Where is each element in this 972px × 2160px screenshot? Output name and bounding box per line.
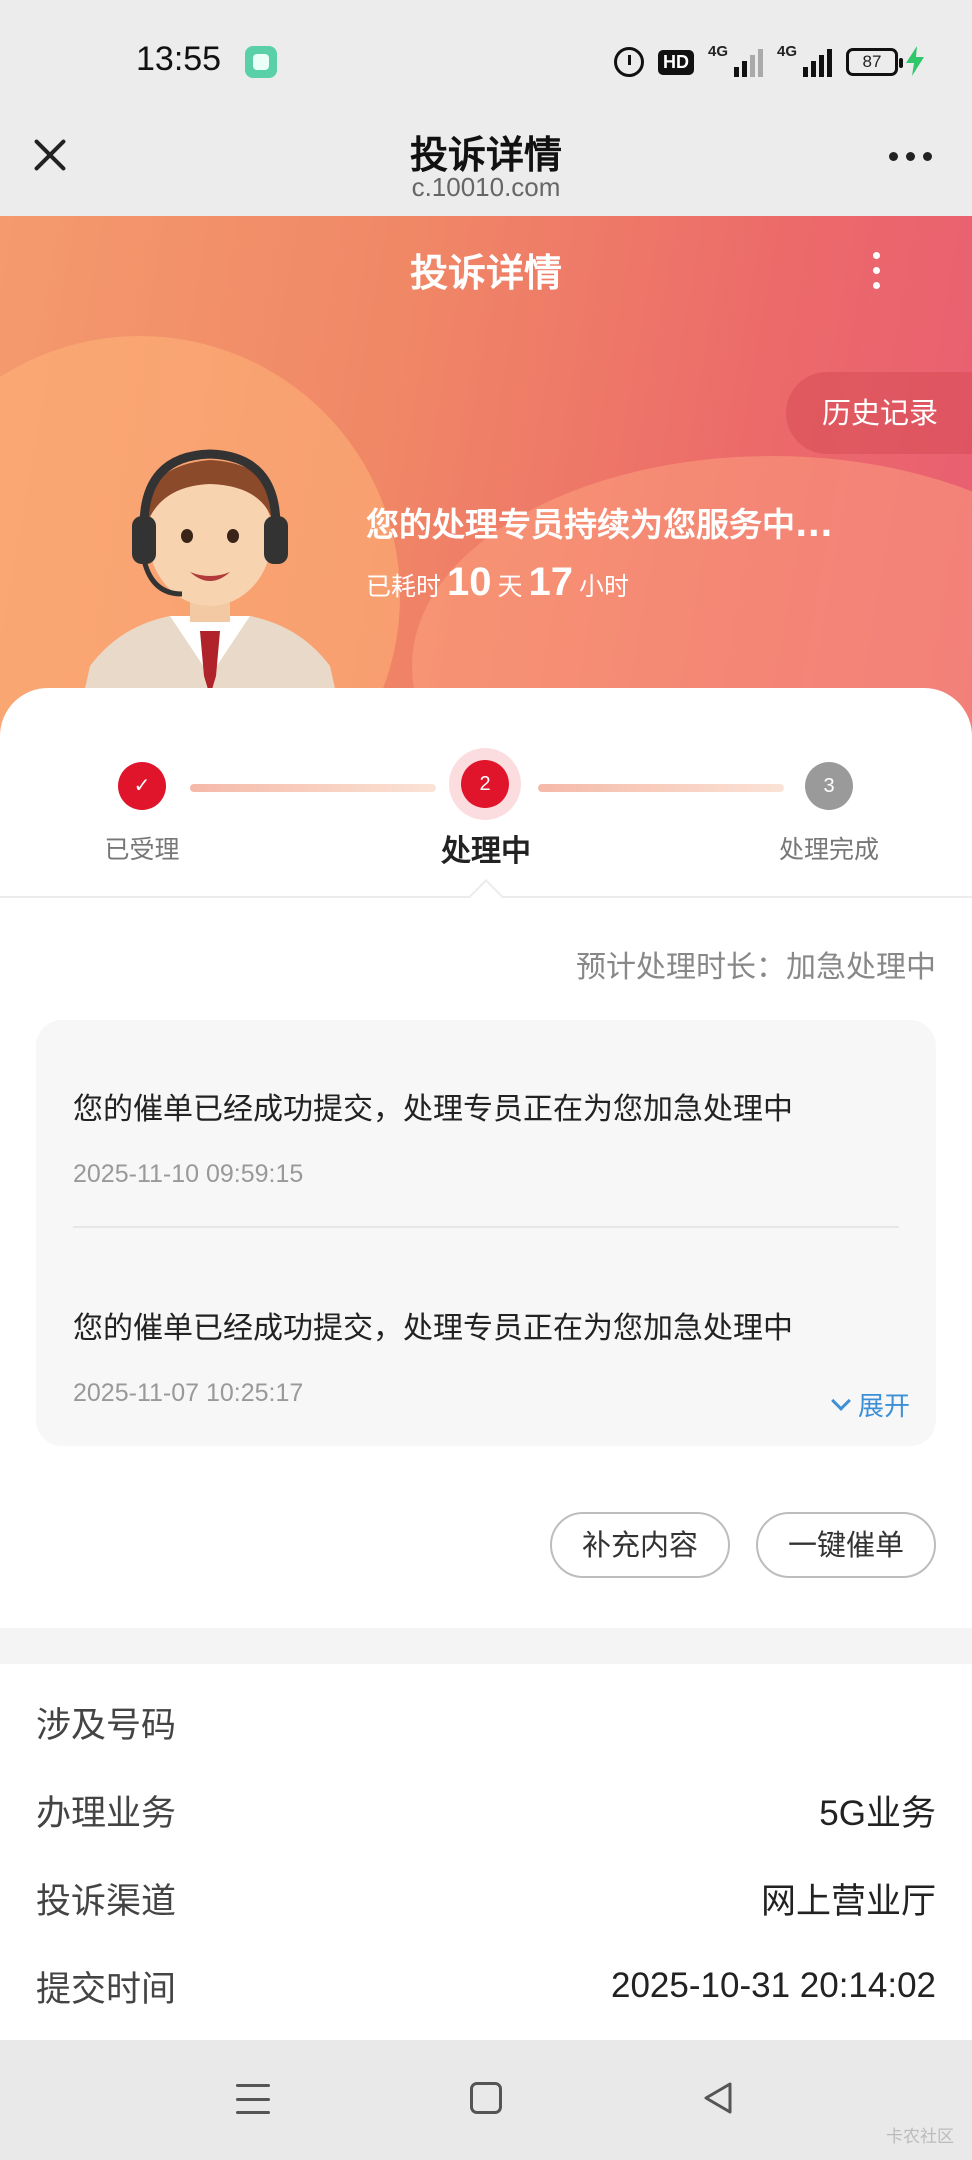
- elapsed-hours-unit: 小时: [579, 572, 630, 601]
- elapsed-days: 10: [447, 560, 492, 604]
- menu-icon[interactable]: [236, 2084, 270, 2114]
- hero-banner: 投诉详情 历史记录 您的处理专员持续为您服务中... 已耗时 10 天 17 小…: [0, 216, 972, 736]
- detail-key: 投诉渠道: [36, 1881, 177, 1922]
- record-divider: [73, 1226, 899, 1228]
- estimated-processing-time: 预计处理时长：加急处理中: [576, 950, 936, 985]
- step-2-label: 处理中: [441, 834, 531, 869]
- step-2-indicator: 2: [461, 760, 509, 808]
- more-options-icon[interactable]: [889, 152, 932, 161]
- processing-records: 您的催单已经成功提交，处理专员正在为您加急处理中 2025-11-10 09:5…: [36, 1020, 936, 1446]
- detail-key: 办理业务: [36, 1793, 177, 1834]
- detail-value: 5G业务: [819, 1793, 936, 1833]
- record-text: 您的催单已经成功提交，处理专员正在为您加急处理中: [73, 1092, 793, 1127]
- signal-icon-2: 4G: [777, 43, 832, 77]
- system-navigation-bar: [0, 2040, 972, 2160]
- supplement-content-button[interactable]: 补充内容: [550, 1512, 730, 1578]
- elapsed-prefix: 已耗时: [366, 572, 442, 601]
- elapsed-hours: 17: [528, 560, 574, 604]
- browser-title-bar: 投诉详情 c.10010.com: [0, 124, 972, 216]
- alarm-icon: [614, 47, 644, 77]
- step-connector: [190, 784, 436, 792]
- record-item: 您的催单已经成功提交，处理专员正在为您加急处理中 2025-11-07 10:2…: [73, 1303, 793, 1408]
- elapsed-time: 已耗时 10 天 17 小时: [366, 560, 629, 605]
- detail-row: 投诉渠道 网上营业厅: [36, 1868, 936, 1928]
- page-title: 投诉详情: [409, 133, 562, 177]
- step-3-label: 处理完成: [778, 835, 879, 864]
- back-icon[interactable]: [700, 2080, 736, 2120]
- battery-icon: 87: [846, 48, 903, 76]
- status-time: 13:55: [136, 40, 222, 78]
- urge-order-button[interactable]: 一键催单: [756, 1512, 936, 1578]
- hd-voice-icon: HD: [658, 49, 694, 75]
- detail-key: 涉及号码: [36, 1705, 177, 1746]
- home-icon[interactable]: [470, 2082, 502, 2114]
- current-step-pointer: [469, 879, 503, 913]
- elapsed-days-unit: 天: [497, 572, 523, 601]
- status-bar: 13:55 HD 4G 4G 87: [0, 0, 972, 124]
- expand-button[interactable]: 展开: [831, 1386, 910, 1423]
- step-1-label: 已受理: [104, 835, 180, 864]
- complaint-details: 涉及号码 办理业务 5G业务 投诉渠道 网上营业厅 提交时间 2025-10-3…: [0, 1664, 972, 2044]
- record-text: 您的催单已经成功提交，处理专员正在为您加急处理中: [73, 1311, 793, 1346]
- step-1-check-icon: ✓: [118, 762, 166, 810]
- complaint-progress-card: ✓ 2 3 已受理 处理中 处理完成 预计处理时长：加急处理中 您的催单已经成功…: [0, 688, 972, 1628]
- expand-label: 展开: [857, 1392, 910, 1422]
- detail-value: 2025-10-31 20:14:02: [611, 1966, 936, 2005]
- step-connector-2: [538, 784, 784, 792]
- hero-title: 投诉详情: [409, 251, 562, 295]
- watermark: 卡农社区: [886, 2127, 954, 2147]
- detail-row: 涉及号码: [36, 1692, 936, 1752]
- signal-label-2: 4G: [777, 43, 798, 60]
- hero-status-text: 您的处理专员持续为您服务中...: [366, 505, 833, 544]
- detail-row: 提交时间 2025-10-31 20:14:02: [36, 1956, 936, 2016]
- hero-more-icon[interactable]: [873, 252, 880, 289]
- history-button[interactable]: 历史记录: [786, 372, 972, 454]
- progress-stepper: ✓ 2 3 已受理 处理中 处理完成: [0, 688, 972, 913]
- signal-icon: 4G: [708, 43, 763, 77]
- detail-key: 提交时间: [36, 1969, 177, 2010]
- signal-label: 4G: [708, 43, 729, 60]
- detail-value: 网上营业厅: [760, 1881, 936, 1921]
- customer-service-agent-illustration: [74, 449, 346, 736]
- chevron-down-icon: [831, 1390, 851, 1411]
- record-time: 2025-11-07 10:25:17: [73, 1379, 304, 1407]
- record-time: 2025-11-10 09:59:15: [73, 1160, 304, 1188]
- step-3-indicator: 3: [805, 762, 853, 810]
- record-item: 您的催单已经成功提交，处理专员正在为您加急处理中 2025-11-10 09:5…: [73, 1084, 793, 1189]
- detail-row: 办理业务 5G业务: [36, 1780, 936, 1840]
- app-notification-icon: [245, 46, 277, 78]
- status-indicators: HD 4G 4G 87: [614, 43, 924, 80]
- page-url: c.10010.com: [411, 172, 561, 202]
